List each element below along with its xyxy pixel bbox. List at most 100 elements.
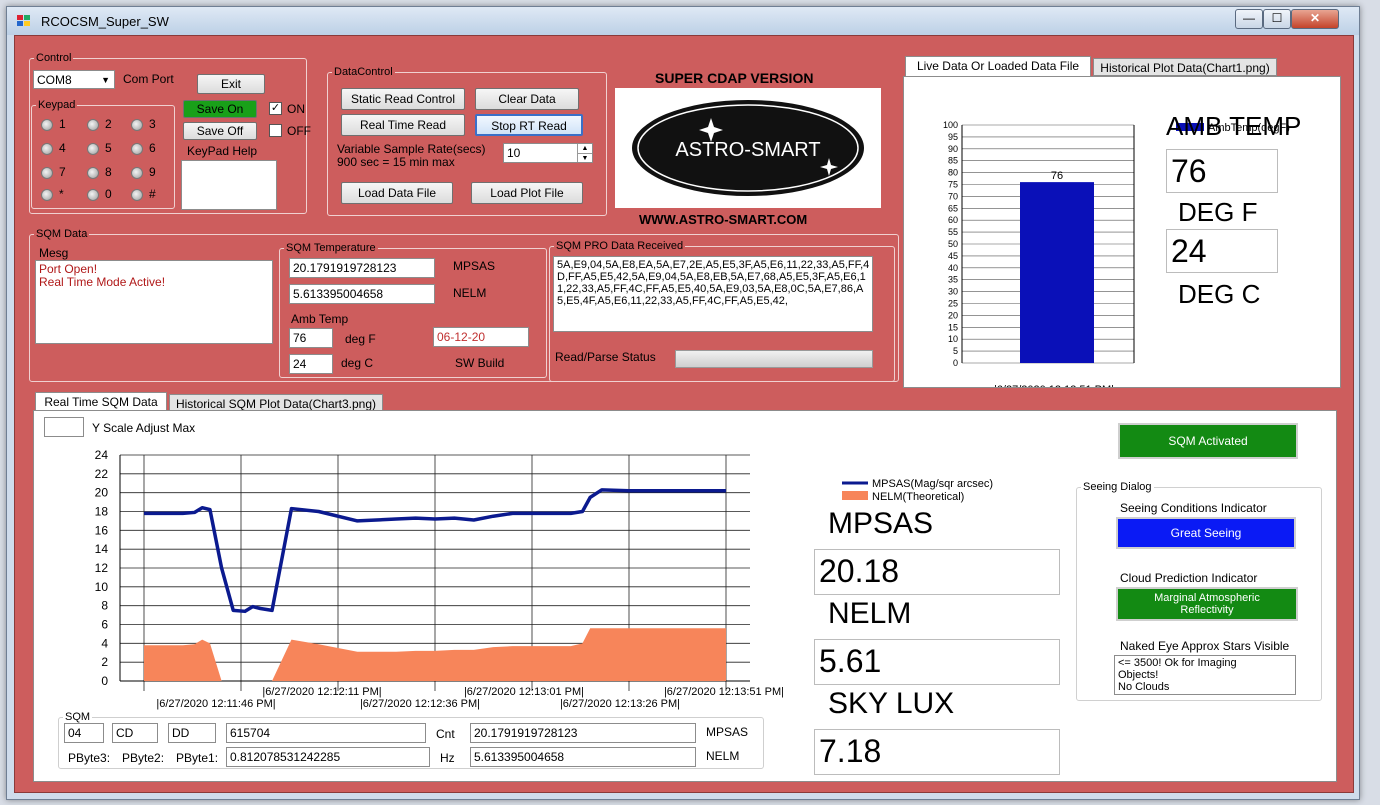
com-port-label: Com Port: [123, 72, 174, 86]
keypad-radio-1[interactable]: [41, 119, 53, 131]
deg-c-display-label: DEG C: [1178, 279, 1261, 309]
line-legend-label: NELM(Theoretical): [872, 491, 964, 503]
com-port-value: COM8: [37, 73, 72, 87]
save-on-button[interactable]: Save On: [183, 100, 257, 118]
bar-y-tick-label: 55: [948, 227, 958, 237]
amb-temp-title: AMB TEMP: [1166, 111, 1302, 141]
sqm-temperature-legend: SQM Temperature: [286, 242, 376, 254]
static-read-button[interactable]: Static Read Control: [341, 88, 465, 110]
bar-data-label: 76: [1051, 170, 1063, 182]
cnt-field[interactable]: 615704: [226, 723, 426, 743]
bottom-mpsas-field[interactable]: 20.1791919728123: [470, 723, 696, 743]
off-label: OFF: [287, 124, 311, 138]
tab-historical-plot[interactable]: Historical Plot Data(Chart1.png): [1093, 58, 1277, 76]
hz-label: Hz: [440, 751, 455, 765]
cloud-prediction-label: Cloud Prediction Indicator: [1120, 571, 1258, 585]
off-checkbox[interactable]: [269, 124, 282, 137]
sky-lux-display: 7.18: [814, 729, 1060, 775]
bottom-mpsas-label: MPSAS: [706, 725, 749, 739]
keypad-radio-6[interactable]: [131, 143, 143, 155]
keypad-radio-8[interactable]: [87, 167, 99, 179]
keypad-key-label: 2: [105, 117, 112, 131]
on-label: ON: [287, 102, 305, 116]
keypad-radio-5[interactable]: [87, 143, 99, 155]
sw-build-label: SW Build: [455, 356, 505, 370]
real-time-read-button[interactable]: Real Time Read: [341, 114, 465, 136]
nelm-label: NELM: [453, 286, 487, 300]
chevron-down-icon[interactable]: ▼: [577, 153, 592, 162]
on-checkbox[interactable]: ✓: [269, 102, 282, 115]
pbyte2-label: PByte2:: [122, 751, 165, 765]
keypad-help-box[interactable]: [181, 160, 277, 210]
seeing-conditions-label: Seeing Conditions Indicator: [1120, 501, 1267, 515]
line-y-tick-label: 24: [95, 448, 109, 462]
seeing-dialog-legend: Seeing Dialog: [1083, 481, 1152, 493]
stars-visible-box[interactable]: <= 3500! Ok for Imaging Objects! No Clou…: [1114, 655, 1296, 695]
y-scale-label: Y Scale Adjust Max: [92, 421, 196, 435]
bar-y-tick-label: 5: [953, 346, 958, 356]
keypad-radio-2[interactable]: [87, 119, 99, 131]
line-x-tick-label: |6/27/2020 12:12:36 PM|: [360, 698, 480, 710]
title-bar[interactable]: RCOCSM_Super_SW — ☐ ✕: [7, 7, 1359, 35]
bar-x-tick-label: |6/27/2020 12:13:51 PM|: [994, 384, 1114, 387]
deg-c-field[interactable]: 24: [289, 354, 333, 374]
y-scale-input[interactable]: [44, 417, 84, 437]
bar-y-tick-label: 25: [948, 299, 958, 309]
keypad-key-label: *: [59, 187, 64, 201]
deg-c-label: deg C: [341, 356, 374, 370]
exit-button[interactable]: Exit: [197, 74, 265, 94]
load-data-file-button[interactable]: Load Data File: [341, 182, 453, 204]
mpsas-field[interactable]: 20.1791919728123: [289, 258, 435, 278]
com-port-select[interactable]: COM8 ▼: [33, 70, 115, 89]
bar-amb-temp: [1020, 182, 1094, 363]
minimize-button[interactable]: —: [1235, 9, 1263, 29]
keypad-radio-3[interactable]: [131, 119, 143, 131]
keypad-key-label: 8: [105, 165, 112, 179]
byte2-field[interactable]: CD: [112, 723, 158, 743]
line-y-tick-label: 18: [95, 505, 109, 519]
keypad-legend: Keypad: [38, 99, 76, 111]
keypad-radio-#[interactable]: [131, 189, 143, 201]
sample-rate-stepper[interactable]: 10 ▲ ▼: [503, 143, 593, 163]
line-x-tick-label: |6/27/2020 12:13:26 PM|: [560, 698, 680, 710]
save-off-button[interactable]: Save Off: [183, 122, 257, 140]
super-cdap-header: SUPER CDAP VERSION: [655, 70, 814, 86]
keypad-key-label: #: [149, 187, 156, 201]
mesg-label: Mesg: [39, 246, 69, 260]
bar-y-tick-label: 30: [948, 287, 958, 297]
close-button[interactable]: ✕: [1291, 9, 1339, 29]
bar-y-tick-label: 35: [948, 275, 958, 285]
cnt-label: Cnt: [436, 727, 455, 741]
hz-field[interactable]: 0.812078531242285: [226, 747, 430, 767]
tab-real-time-sqm[interactable]: Real Time SQM Data: [35, 392, 167, 412]
line-y-tick-label: 16: [95, 523, 109, 537]
clear-data-button[interactable]: Clear Data: [475, 88, 579, 110]
keypad-radio-7[interactable]: [41, 167, 53, 179]
byte1-field[interactable]: DD: [168, 723, 216, 743]
keypad-radio-0[interactable]: [87, 189, 99, 201]
bar-y-tick-label: 45: [948, 251, 958, 261]
bar-y-tick-label: 10: [948, 334, 958, 344]
stop-rt-read-button[interactable]: Stop RT Read: [475, 114, 583, 136]
nelm-field[interactable]: 5.613395004658: [289, 284, 435, 304]
message-box[interactable]: Port Open! Real Time Mode Active!: [35, 260, 273, 344]
load-plot-file-button[interactable]: Load Plot File: [471, 182, 583, 204]
logo-brand: ASTRO-SMART: [675, 139, 820, 161]
sqm-pro-data-box[interactable]: 5A,E9,04,5A,E8,EA,5A,E7,2E,A5,E5,3F,A5,E…: [553, 256, 873, 332]
keypad-radio-9[interactable]: [131, 167, 143, 179]
keypad-radio-4[interactable]: [41, 143, 53, 155]
bottom-nelm-field[interactable]: 5.613395004658: [470, 747, 696, 767]
deg-f-field[interactable]: 76: [289, 328, 333, 348]
pbyte3-label: PByte3:: [68, 751, 111, 765]
chevron-up-icon[interactable]: ▲: [577, 144, 592, 153]
window-title: RCOCSM_Super_SW: [41, 14, 169, 29]
line-y-tick-label: 4: [101, 636, 108, 650]
keypad-radio-*[interactable]: [41, 189, 53, 201]
astro-smart-logo: ASTRO-SMART: [632, 100, 864, 196]
bar-y-tick-label: 90: [948, 144, 958, 154]
maximize-button[interactable]: ☐: [1263, 9, 1291, 29]
tab-live-data[interactable]: Live Data Or Loaded Data File: [905, 56, 1091, 76]
nelm-display-title: NELM: [828, 597, 912, 630]
byte3-field[interactable]: 04: [64, 723, 104, 743]
line-y-tick-label: 2: [101, 655, 108, 669]
